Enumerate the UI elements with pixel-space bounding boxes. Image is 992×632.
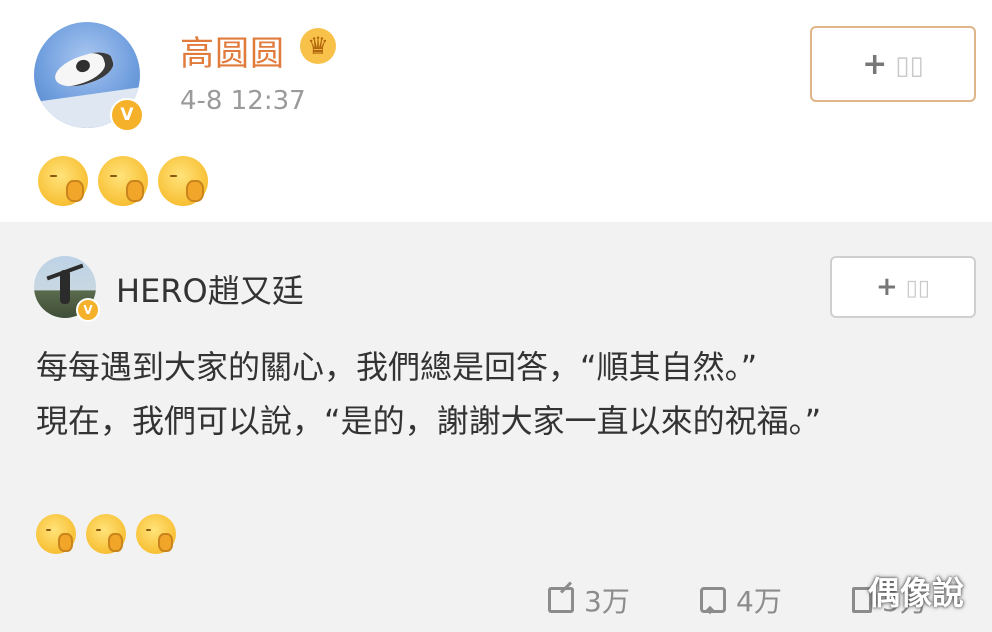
pray-emoji-icon (86, 514, 126, 554)
avatar-person (60, 270, 70, 304)
pray-emoji-icon (158, 156, 208, 206)
repost-action-button[interactable]: 3万 (548, 580, 630, 620)
follow-text: ▯▯ (905, 276, 930, 301)
comment-icon (700, 587, 726, 613)
comment-action-button[interactable]: 4万 (700, 580, 782, 620)
follow-text: ▯▯ (895, 50, 924, 81)
verified-badge-icon: V (110, 98, 144, 132)
pray-emoji-icon (36, 514, 76, 554)
repost-author-name[interactable]: HERO趙又廷 (116, 266, 304, 312)
watermark: 偶像說 (868, 574, 965, 612)
crown-icon: ♛ (300, 28, 336, 64)
repost-body-text: 每每遇到大家的關心，我們總是回答，“順其自然。” 現在，我們可以說，“是的，謝謝… (36, 348, 822, 440)
pray-emoji-icon (98, 156, 148, 206)
pray-emoji-icon (136, 514, 176, 554)
repost-follow-label: + ▯▯ (876, 272, 930, 302)
verified-badge-icon: V (76, 298, 100, 322)
repost-count: 3万 (584, 585, 630, 618)
follow-label: + ▯▯ (862, 47, 924, 82)
post-emoji-row (38, 156, 208, 206)
follow-button[interactable]: + ▯▯ (810, 26, 976, 102)
repost-emoji-row (36, 514, 176, 554)
post-author-name[interactable]: 高圆圆 (180, 26, 285, 75)
plus-icon: + (875, 272, 898, 302)
post-timestamp: 4-8 12:37 (180, 86, 306, 116)
comment-count: 4万 (736, 585, 782, 618)
pray-emoji-icon (38, 156, 88, 206)
share-icon (548, 587, 574, 613)
plus-icon: + (862, 46, 888, 82)
repost-follow-button[interactable]: + ▯▯ (830, 256, 976, 318)
